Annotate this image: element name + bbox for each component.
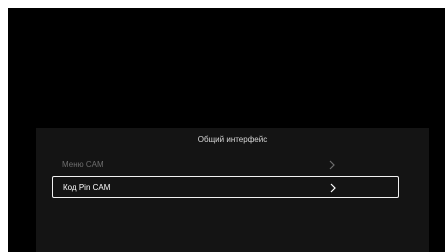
panel-title: Общий интерфейс [197,135,268,144]
chevron-right-icon [330,183,336,193]
common-interface-panel: Общий интерфейс Меню CAM Код Pin CAM [36,128,429,252]
chevron-right-icon [329,160,335,170]
menu-item-cam-pin-code[interactable]: Код Pin CAM [52,176,399,198]
menu-item-label: Код Pin CAM [63,183,111,192]
menu-item-cam-menu[interactable]: Меню CAM [52,154,399,176]
menu-item-label: Меню CAM [62,160,104,169]
tv-screen: Общий интерфейс Меню CAM Код Pin CAM [8,8,445,252]
